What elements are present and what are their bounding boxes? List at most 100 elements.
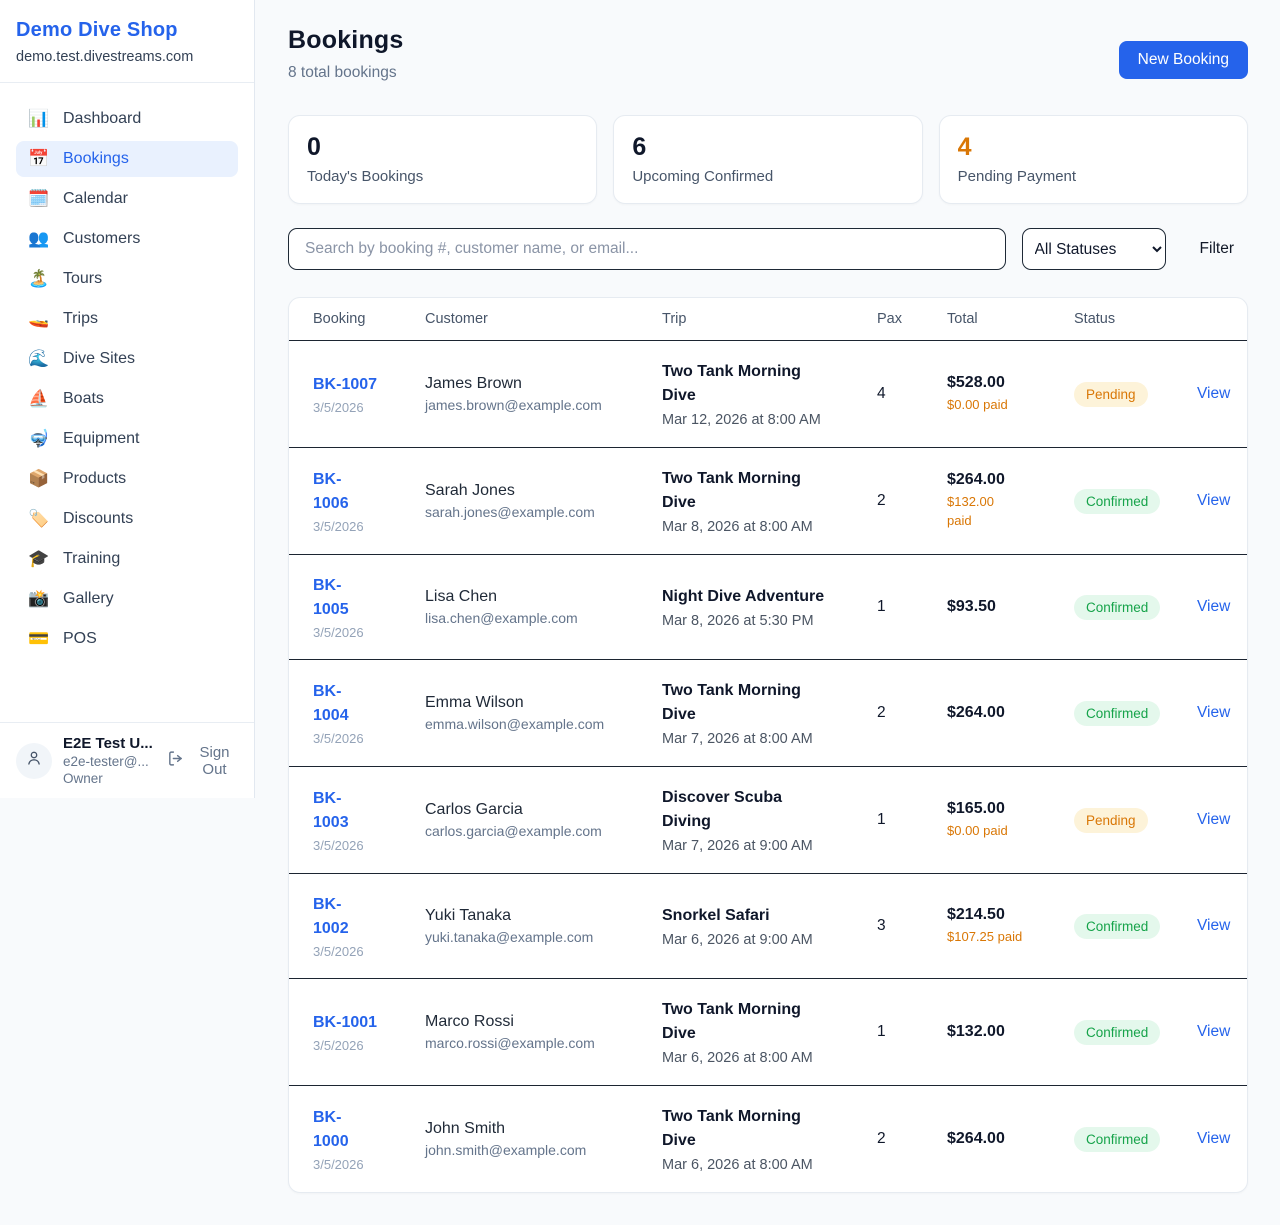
booking-id-link[interactable]: BK- 1006 — [313, 471, 349, 512]
status-badge: Confirmed — [1074, 914, 1160, 939]
sidebar-item-gallery[interactable]: 📸Gallery — [16, 581, 238, 617]
sidebar-item-training[interactable]: 🎓Training — [16, 541, 238, 577]
total-cell: $264.00 $132.00 paid — [947, 471, 1074, 531]
booking-id-link[interactable]: BK- 1004 — [313, 683, 349, 724]
booking-cell: BK- 1000 3/5/2026 — [313, 1106, 425, 1172]
customer-cell: Yuki Tanaka yuki.tanaka@example.com — [425, 907, 662, 945]
customer-cell: Carlos Garcia carlos.garcia@example.com — [425, 801, 662, 839]
sidebar-item-discounts[interactable]: 🏷️Discounts — [16, 501, 238, 537]
view-link[interactable]: View — [1197, 811, 1230, 828]
column-header-status: Status — [1074, 311, 1197, 327]
status-badge: Confirmed — [1074, 1127, 1160, 1152]
tours-icon: 🏝️ — [28, 269, 50, 289]
booking-id-link[interactable]: BK- 1005 — [313, 577, 349, 618]
view-link[interactable]: View — [1197, 704, 1230, 721]
booking-id-link[interactable]: BK- 1000 — [313, 1109, 349, 1150]
trip-name: Two Tank Morning Dive — [662, 1105, 877, 1153]
user-role: Owner — [63, 771, 156, 786]
trip-name: Snorkel Safari — [662, 904, 877, 928]
column-header-booking: Booking — [313, 311, 425, 327]
view-cell: View — [1197, 1023, 1230, 1041]
stat-label: Pending Payment — [958, 168, 1229, 185]
filter-button[interactable]: Filter — [1186, 232, 1248, 266]
total-amount: $132.00 — [947, 1023, 1074, 1041]
status-badge: Confirmed — [1074, 595, 1160, 620]
trip-name: Two Tank Morning Dive — [662, 998, 877, 1046]
page-title: Bookings — [288, 26, 404, 55]
view-link[interactable]: View — [1197, 492, 1230, 509]
view-cell: View — [1197, 704, 1230, 722]
view-link[interactable]: View — [1197, 1023, 1230, 1040]
stat-card-upcoming-confirmed: 6 Upcoming Confirmed — [613, 115, 922, 204]
trip-cell: Snorkel Safari Mar 6, 2026 at 9:00 AM — [662, 904, 877, 948]
status-filter-select[interactable]: All Statuses — [1022, 228, 1166, 270]
booking-id-link[interactable]: BK- 1003 — [313, 790, 349, 831]
table-row: BK- 1003 3/5/2026 Carlos Garcia carlos.g… — [289, 767, 1247, 874]
sidebar-item-label: Calendar — [63, 190, 128, 208]
sidebar-item-tours[interactable]: 🏝️ Tours — [16, 261, 238, 297]
sidebar-item-bookings[interactable]: 📅 Bookings — [16, 141, 238, 177]
sidebar-item-boats[interactable]: ⛵Boats — [16, 381, 238, 417]
column-header-pax: Pax — [877, 311, 947, 327]
booking-date: 3/5/2026 — [313, 944, 425, 959]
booking-date: 3/5/2026 — [313, 400, 425, 415]
sidebar-item-dashboard[interactable]: 📊Dashboard — [16, 101, 238, 137]
booking-id-link[interactable]: BK-1001 — [313, 1014, 377, 1031]
status-badge: Confirmed — [1074, 1020, 1160, 1045]
total-amount: $165.00 — [947, 800, 1074, 818]
stat-value: 6 — [632, 133, 903, 162]
sign-out-button[interactable]: Sign Out — [167, 744, 238, 778]
sign-out-label: Sign Out — [191, 744, 238, 778]
trip-cell: Two Tank Morning Dive Mar 12, 2026 at 8:… — [662, 360, 877, 428]
trip-datetime: Mar 6, 2026 at 8:00 AM — [662, 1157, 877, 1173]
status-badge: Pending — [1074, 382, 1148, 407]
booking-cell: BK- 1005 3/5/2026 — [313, 574, 425, 640]
view-link[interactable]: View — [1197, 1130, 1230, 1147]
search-input[interactable] — [288, 228, 1006, 270]
new-booking-button[interactable]: New Booking — [1119, 41, 1248, 79]
pax-count: 2 — [877, 704, 947, 722]
total-cell: $93.50 — [947, 598, 1074, 616]
total-cell: $528.00 $0.00 paid — [947, 374, 1074, 415]
booking-cell: BK- 1002 3/5/2026 — [313, 893, 425, 959]
booking-date: 3/5/2026 — [313, 1157, 425, 1172]
sidebar-item-label: Bookings — [63, 150, 129, 168]
training-icon: 🎓 — [28, 549, 50, 569]
booking-cell: BK- 1006 3/5/2026 — [313, 468, 425, 534]
booking-date: 3/5/2026 — [313, 838, 425, 853]
customer-name: Carlos Garcia — [425, 801, 662, 819]
sidebar-item-dive-sites[interactable]: 🌊Dive Sites — [16, 341, 238, 377]
booking-id-link[interactable]: BK- 1002 — [313, 896, 349, 937]
view-cell: View — [1197, 1130, 1230, 1148]
sidebar-item-pos[interactable]: 💳POS — [16, 621, 238, 657]
view-link[interactable]: View — [1197, 385, 1230, 402]
status-cell: Confirmed — [1074, 489, 1197, 514]
pax-count: 2 — [877, 492, 947, 510]
stat-value: 0 — [307, 133, 578, 162]
user-email: e2e-tester@... — [63, 754, 156, 769]
trips-icon: 🚤 — [28, 309, 50, 329]
sidebar-item-label: Tours — [63, 270, 102, 288]
booking-id-link[interactable]: BK-1007 — [313, 376, 377, 393]
sidebar-item-label: Products — [63, 470, 126, 488]
sidebar-item-trips[interactable]: 🚤Trips — [16, 301, 238, 337]
sidebar-item-label: POS — [63, 630, 97, 648]
page-header: Bookings 8 total bookings New Booking — [288, 26, 1248, 82]
view-link[interactable]: View — [1197, 598, 1230, 615]
sidebar-item-calendar[interactable]: 🗓️Calendar — [16, 181, 238, 217]
sidebar-item-products[interactable]: 📦Products — [16, 461, 238, 497]
dive-sites-icon: 🌊 — [28, 349, 50, 369]
sidebar-item-label: Boats — [63, 390, 104, 408]
user-name: E2E Test U... — [63, 735, 156, 752]
shop-name: Demo Dive Shop — [16, 19, 238, 42]
trip-datetime: Mar 8, 2026 at 5:30 PM — [662, 613, 877, 629]
total-amount: $264.00 — [947, 471, 1074, 489]
trip-cell: Two Tank Morning Dive Mar 6, 2026 at 8:0… — [662, 1105, 877, 1173]
view-link[interactable]: View — [1197, 917, 1230, 934]
sidebar-item-equipment[interactable]: 🤿Equipment — [16, 421, 238, 457]
sidebar-item-customers[interactable]: 👥Customers — [16, 221, 238, 257]
bookings-icon: 📅 — [28, 149, 50, 169]
customer-email: john.smith@example.com — [425, 1142, 662, 1158]
pax-count: 1 — [877, 811, 947, 829]
view-cell: View — [1197, 811, 1230, 829]
